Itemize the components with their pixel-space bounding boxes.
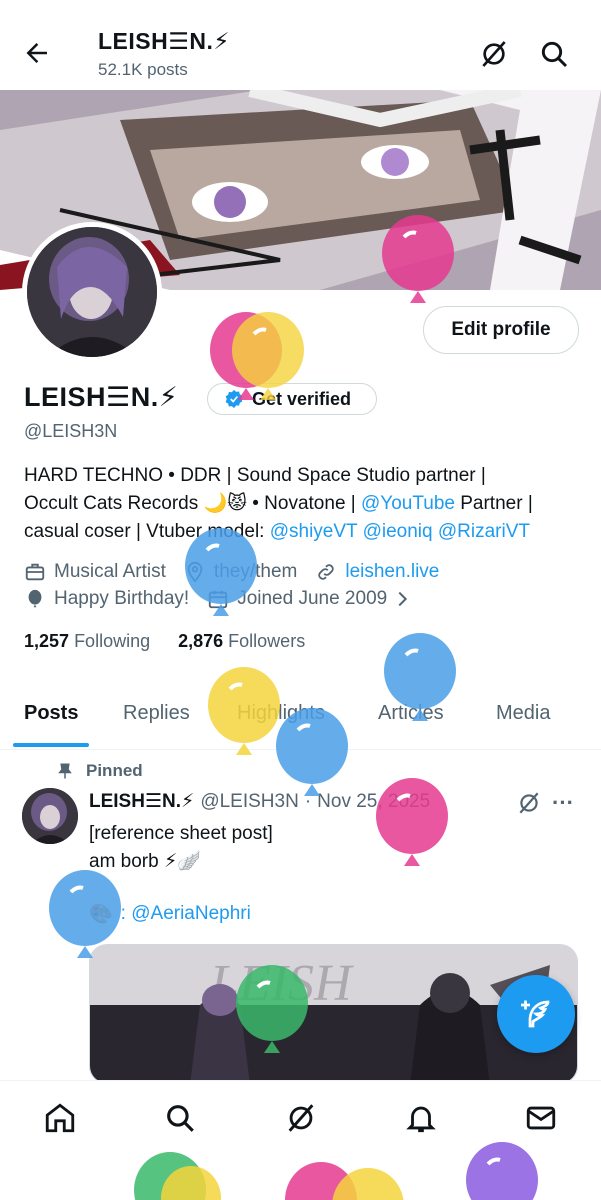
birthday-text: Happy Birthday!	[54, 588, 190, 609]
more-options-icon[interactable]: ···	[552, 790, 574, 816]
followers-link[interactable]: 2,876 Followers	[178, 631, 305, 652]
post-text-line: [reference sheet post]	[89, 823, 273, 844]
balloon-decoration	[161, 1166, 221, 1200]
balloon-decoration	[332, 1168, 404, 1200]
tab-replies[interactable]: Replies	[123, 702, 190, 725]
mention-link[interactable]: @RizariVT	[438, 521, 530, 542]
post-author-name[interactable]: LEISH☰N.⚡	[89, 790, 194, 813]
top-bar: LEISH☰N.⚡ 52.1K posts	[0, 0, 601, 90]
grok-icon[interactable]	[478, 38, 510, 70]
balloon-decoration	[236, 965, 308, 1053]
chevron-right-icon[interactable]	[391, 588, 413, 610]
bio-line: HARD TECHNO • DDR | Sound Space Studio p…	[24, 465, 486, 486]
follow-stats: 1,257 Following 2,876 Followers	[24, 631, 305, 652]
active-tab-indicator	[13, 743, 89, 747]
grok-icon[interactable]	[284, 1101, 318, 1135]
user-handle: @LEISH3N	[24, 421, 118, 441]
following-label: Following	[74, 631, 151, 651]
mention-link[interactable]: @ieoniq	[363, 521, 433, 542]
youtube-link[interactable]: @YouTube	[361, 493, 455, 514]
pin-icon	[58, 763, 72, 779]
search-icon[interactable]	[538, 38, 570, 70]
grok-icon[interactable]	[516, 790, 542, 816]
following-count: 1,257	[24, 631, 70, 651]
balloon-decoration	[49, 870, 121, 958]
post-avatar-image	[22, 788, 78, 844]
back-arrow-icon[interactable]	[22, 38, 52, 68]
bio-text: Occult Cats Records 🌙😾 • Novatone |	[24, 493, 361, 514]
tab-media[interactable]: Media	[496, 702, 550, 725]
balloon-decoration	[466, 1142, 538, 1200]
balloon-decoration	[276, 708, 348, 796]
display-name: LEISH☰N.⚡	[24, 382, 179, 412]
pinned-label: Pinned	[56, 761, 143, 781]
briefcase-icon	[25, 563, 45, 581]
balloon-decoration	[185, 528, 257, 616]
tab-posts[interactable]: Posts	[24, 702, 78, 725]
profile-bio: HARD TECHNO • DDR | Sound Space Studio p…	[24, 462, 584, 546]
balloon-decoration	[382, 215, 454, 303]
avatar-image	[27, 227, 157, 357]
bio-text: Partner |	[454, 493, 533, 514]
following-link[interactable]: 1,257 Following	[24, 631, 150, 652]
notifications-icon[interactable]	[404, 1101, 438, 1135]
balloon-decoration	[376, 778, 448, 866]
edit-profile-button[interactable]: Edit profile	[423, 306, 579, 354]
avatar[interactable]	[22, 222, 162, 362]
home-icon[interactable]	[43, 1101, 77, 1135]
profile-category: Musical Artist	[54, 561, 166, 582]
website-link[interactable]: leishen.live	[345, 561, 439, 583]
balloon-icon	[28, 589, 42, 608]
compose-post-button[interactable]	[497, 975, 575, 1053]
followers-label: Followers	[228, 631, 306, 651]
pinned-text: Pinned	[86, 761, 143, 780]
compose-feather-icon	[521, 1000, 550, 1028]
link-icon	[318, 564, 335, 580]
post-author-avatar[interactable]	[22, 788, 78, 844]
post-count: 52.1K posts	[98, 60, 188, 79]
balloon-decoration	[208, 667, 280, 755]
credit-mention[interactable]: : @AeriaNephri	[121, 903, 251, 925]
bio-line: casual coser | Vtuber model: @shiyeVT @i…	[24, 518, 584, 546]
joined-date: Joined June 2009	[237, 588, 388, 609]
messages-icon[interactable]	[524, 1101, 558, 1135]
mention-link[interactable]: @shiyeVT	[270, 521, 358, 542]
balloon-decoration	[384, 633, 456, 721]
page-title: LEISH☰N.⚡	[98, 28, 230, 54]
post-text: [reference sheet post] am borb ⚡🪽	[89, 820, 273, 876]
balloon-decoration	[232, 312, 304, 400]
followers-count: 2,876	[178, 631, 224, 651]
bio-line: Occult Cats Records 🌙😾 • Novatone | @You…	[24, 490, 584, 518]
search-icon[interactable]	[163, 1101, 197, 1135]
